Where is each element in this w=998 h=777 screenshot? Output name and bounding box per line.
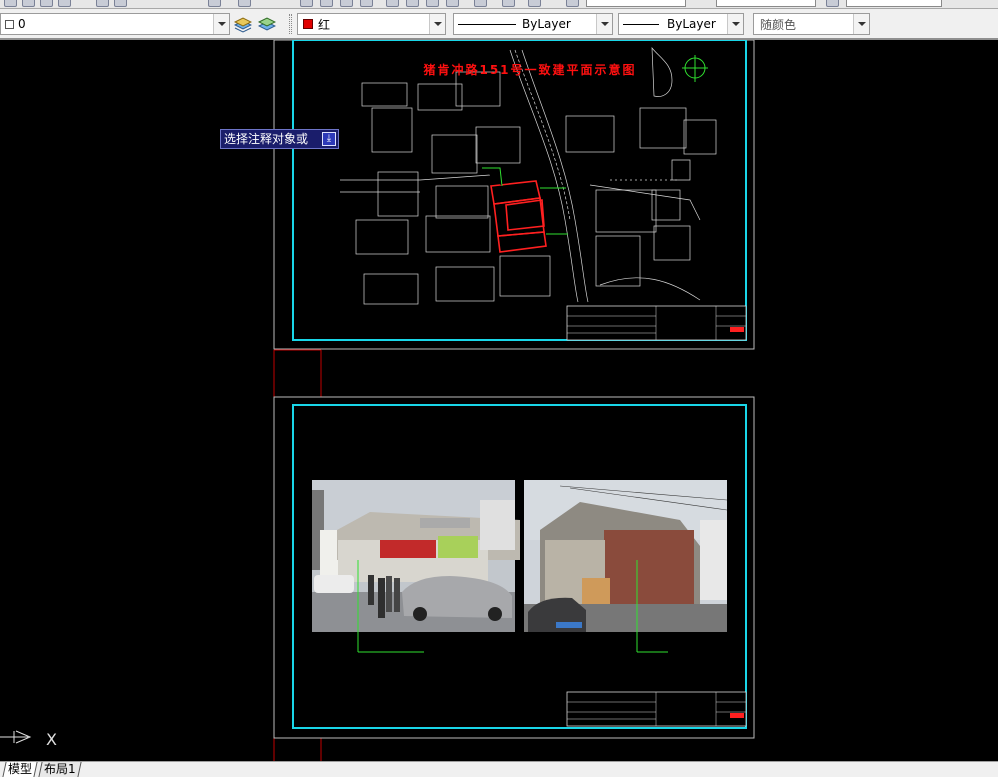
linetype-name: ByLayer [522,17,571,31]
color-dropdown-arrow[interactable] [429,14,445,34]
standard-toolbar [0,0,998,9]
linetype-dropdown-arrow[interactable] [596,14,612,34]
color-combo[interactable]: 红 [297,13,446,35]
new-file-icon[interactable] [4,0,17,7]
plotstyle-name: 随颜色 [760,17,797,32]
title-block-1 [566,305,747,341]
site-photo-1 [312,480,520,632]
properties-icon[interactable] [406,0,419,7]
cut-icon[interactable] [96,0,109,7]
workspace-icon[interactable] [566,0,579,7]
zoom-realtime-icon[interactable] [320,0,333,7]
site-photo-2 [524,480,728,632]
color-name: 红 [318,17,331,32]
toolbar-grip[interactable] [289,14,292,34]
sheet1-title: 猪肯冲路151号一致建平面示意图 [422,62,636,77]
design-center-icon[interactable] [426,0,439,7]
lineweight-combo[interactable]: ByLayer [618,13,744,35]
copy-icon[interactable] [114,0,127,7]
redo-icon[interactable] [238,0,251,7]
subject-building-outline [490,180,547,253]
ucs-x-label: X [46,730,57,749]
text-icon[interactable] [386,0,399,7]
layer-name: 0 [18,17,26,31]
tooltip-text: 选择注释对象或 [224,132,309,146]
undo-icon[interactable] [208,0,221,7]
markup-icon[interactable] [502,0,515,7]
layers-properties-toolbar: 0 红 ByLayer ByLayer 随颜色 [0,9,998,40]
zoom-window-icon[interactable] [340,0,353,7]
zoom-previous-icon[interactable] [360,0,373,7]
linetype-combo[interactable]: ByLayer [453,13,613,35]
calculator-icon[interactable] [528,0,541,7]
save-icon[interactable] [40,0,53,7]
layer-color-swatch [5,19,14,29]
linetype-sample [458,23,516,25]
tab-layout1[interactable]: 布局1 [38,762,82,777]
plotstyle-dropdown-arrow[interactable] [853,14,869,34]
lineweight-name: ByLayer [667,17,716,31]
sheet-set-icon[interactable] [474,0,487,7]
color-swatch [303,19,313,29]
layer-dropdown-arrow[interactable] [213,14,229,34]
drawing-svg: 猪肯冲路151号一致建平面示意图 X [0,40,755,761]
cad-application: 0 红 ByLayer ByLayer 随颜色 猪肯冲路151号一致建平面示意图… [0,0,998,777]
tool-palette-icon[interactable] [446,0,459,7]
sheet1-site-plan [340,46,717,305]
drawing-canvas[interactable]: 猪肯冲路151号一致建平面示意图 X 选择注释对象或 ⤓ [0,40,998,761]
layer-previous-icon[interactable] [258,15,276,33]
title-block-2 [566,691,747,727]
open-file-icon[interactable] [22,0,35,7]
command-tooltip: 选择注释对象或 ⤓ [220,129,339,149]
lineweight-dropdown-arrow[interactable] [727,14,743,34]
lineweight-sample [623,23,659,25]
print-icon[interactable] [58,0,71,7]
sheet1-paper [273,40,755,350]
make-current-layer-icon[interactable] [234,15,252,33]
workspace-combo[interactable] [586,0,686,7]
table-style-combo[interactable] [846,0,942,7]
pan-icon[interactable] [300,0,313,7]
layout-tab-bar: 模型 布局1 [0,761,998,777]
plotstyle-combo[interactable]: 随颜色 [753,13,870,35]
layer-combo[interactable]: 0 [0,13,230,35]
tooltip-expand-icon[interactable]: ⤓ [322,132,336,146]
table-style-icon[interactable] [826,0,839,7]
style-combo[interactable] [716,0,816,7]
north-arrow-icon [682,55,708,82]
ucs-icon [0,730,32,744]
tab-model[interactable]: 模型 [2,762,38,777]
